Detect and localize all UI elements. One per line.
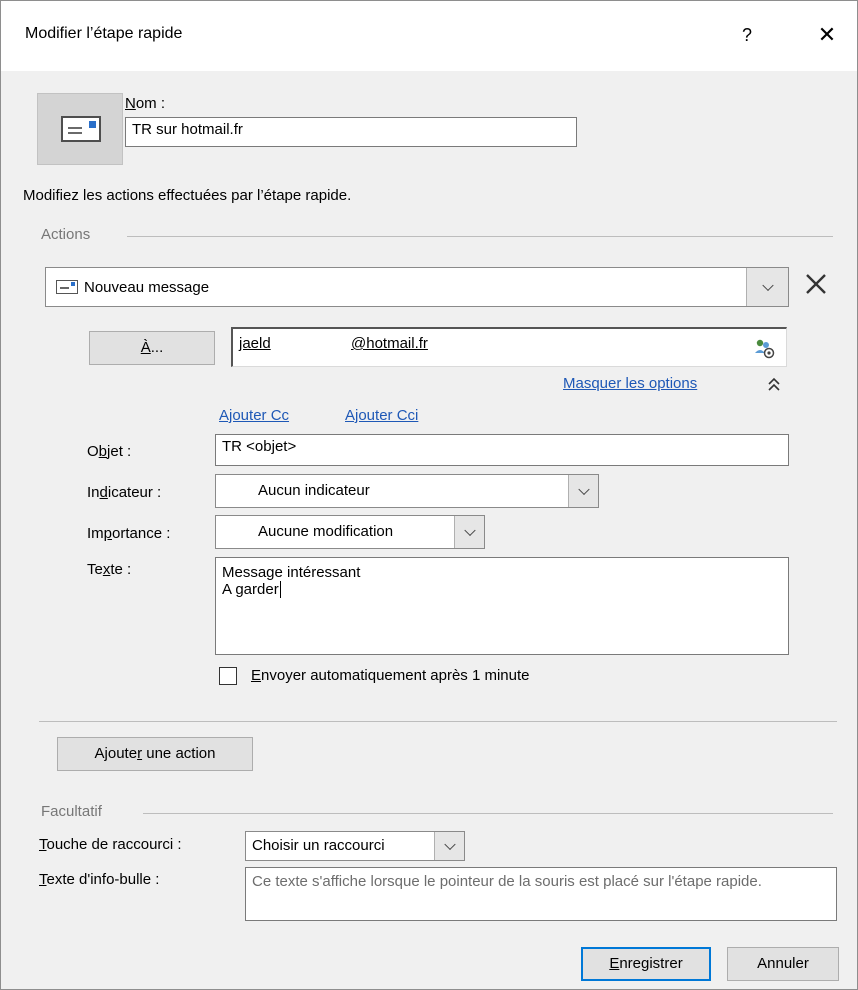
dialog-title: Modifier l’étape rapide <box>25 25 183 42</box>
subject-input[interactable]: TR <objet> <box>215 434 789 466</box>
to-recipients-input[interactable]: jaeld @hotmail.fr <box>231 327 787 367</box>
help-button[interactable]: ? <box>727 19 767 51</box>
remove-action-button[interactable] <box>803 271 835 303</box>
flag-label: Indicateur : <box>87 484 162 501</box>
name-label: Nom : <box>125 95 166 112</box>
double-chevron-up-icon[interactable] <box>767 377 781 393</box>
auto-send-checkbox[interactable] <box>219 667 237 685</box>
importance-select-value: Aucune modification <box>258 523 394 540</box>
section-divider <box>39 721 837 722</box>
address-book-icon <box>755 339 775 359</box>
save-button[interactable]: Enregistrer <box>581 947 711 981</box>
chevron-down-icon <box>434 832 464 860</box>
auto-send-label: Envoyer automatiquement après 1 minute <box>251 667 530 684</box>
shortcut-select-value: Choisir un raccourci <box>252 837 385 854</box>
message-text-area[interactable]: Message intéressant A garder <box>215 557 789 655</box>
chevron-down-icon <box>746 268 788 306</box>
action-type-value: Nouveau message <box>84 279 210 296</box>
tooltip-label: Texte d'info-bulle : <box>39 871 160 888</box>
to-button[interactable]: À... <box>89 331 215 365</box>
flag-select[interactable]: Aucun indicateur <box>215 474 599 508</box>
recipient-local-part: jaeld <box>239 335 271 352</box>
close-button[interactable]: ✕ <box>807 19 847 51</box>
actions-group-label: Actions <box>41 226 91 243</box>
redacted-area <box>281 333 345 359</box>
optional-divider <box>143 813 833 814</box>
name-input[interactable]: TR sur hotmail.fr <box>125 117 577 147</box>
subject-label: Objet : <box>87 443 132 460</box>
add-cc-link[interactable]: Ajouter Cc <box>219 407 289 424</box>
quick-step-icon-button[interactable] <box>37 93 123 165</box>
optional-group-label: Facultatif <box>41 803 102 820</box>
message-text-line-1: Message intéressant <box>222 564 361 581</box>
importance-label: Importance : <box>87 525 171 542</box>
quick-step-dialog: Modifier l’étape rapide ? ✕ Nom : TR sur… <box>0 0 858 990</box>
instruction-text: Modifiez les actions effectuées par l’ét… <box>23 187 352 204</box>
chevron-down-icon <box>568 475 598 507</box>
actions-divider <box>127 236 833 237</box>
recipient-domain: @hotmail.fr <box>351 335 428 352</box>
tooltip-text-input[interactable]: Ce texte s'affiche lorsque le pointeur d… <box>245 867 837 921</box>
flag-select-value: Aucun indicateur <box>258 482 370 499</box>
shortcut-select[interactable]: Choisir un raccourci <box>245 831 465 861</box>
chevron-down-icon <box>454 516 484 548</box>
new-message-icon <box>56 278 78 295</box>
add-action-button[interactable]: Ajouter une action <box>57 737 253 771</box>
shortcut-label: Touche de raccourci : <box>39 836 182 853</box>
importance-select[interactable]: Aucune modification <box>215 515 485 549</box>
add-bcc-link[interactable]: Ajouter Cci <box>345 407 418 424</box>
close-icon <box>806 274 826 294</box>
title-bar: Modifier l’étape rapide ? ✕ <box>1 1 857 71</box>
message-text-line-2: A garder <box>222 581 281 598</box>
dialog-body: Nom : TR sur hotmail.fr Modifiez les act… <box>1 71 857 989</box>
text-label: Texte : <box>87 561 132 578</box>
quick-step-envelope-icon <box>61 116 101 142</box>
hide-options-link[interactable]: Masquer les options <box>563 375 697 392</box>
action-type-select[interactable]: Nouveau message <box>45 267 789 307</box>
cancel-button[interactable]: Annuler <box>727 947 839 981</box>
